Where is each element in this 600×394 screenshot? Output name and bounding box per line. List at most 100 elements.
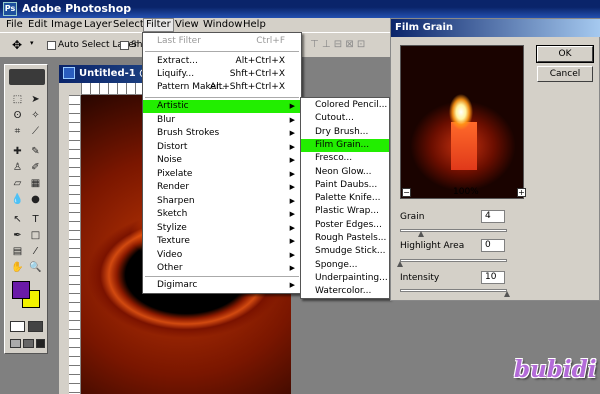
submenu-item-underpainting[interactable]: Underpainting... [301, 272, 389, 285]
auto-select-checkbox[interactable] [47, 41, 56, 50]
menu-layer[interactable]: Layer [82, 19, 114, 30]
move-tool-icon[interactable]: ➤ [28, 93, 43, 106]
zoom-tool-icon[interactable]: 🔍 [28, 261, 43, 274]
intensity-slider-track[interactable] [400, 289, 507, 292]
marquee-tool-icon[interactable]: ⬚ [10, 93, 25, 106]
eyedropper-icon[interactable]: ⁄ [28, 245, 43, 258]
history-brush-icon[interactable]: ✐ [28, 161, 43, 174]
menu-item-pattern-maker[interactable]: Pattern Maker... Alt+Shft+Ctrl+X [143, 81, 301, 94]
dialog-title-bar[interactable]: Film Grain [391, 19, 600, 37]
blur-tool-icon[interactable]: 💧 [10, 193, 25, 206]
menu-item-sharpen[interactable]: Sharpen ▶ [143, 195, 301, 208]
healing-brush-icon[interactable]: ✚ [10, 145, 25, 158]
submenu-item-sponge[interactable]: Sponge... [301, 259, 389, 272]
menu-item-video[interactable]: Video ▶ [143, 249, 301, 262]
screen-mode-icon[interactable] [10, 339, 21, 348]
menu-item-distort[interactable]: Distort ▶ [143, 141, 301, 154]
ok-button[interactable]: OK [536, 45, 594, 63]
menu-item-stylize[interactable]: Stylize ▶ [143, 222, 301, 235]
menu-item-digimarc[interactable]: Digimarc ▶ [143, 279, 301, 292]
submenu-item-plastic-wrap[interactable]: Plastic Wrap... [301, 205, 389, 218]
grain-value-input[interactable]: 4 [481, 210, 505, 223]
menu-item-label: Extract... [157, 56, 198, 66]
highlight-area-slider-track[interactable] [400, 259, 507, 262]
intensity-value-input[interactable]: 10 [481, 271, 505, 284]
vertical-ruler[interactable] [69, 95, 81, 394]
submenu-arrow-icon: ▶ [289, 237, 295, 245]
screen-mode-black-icon[interactable] [36, 339, 45, 348]
hand-tool-icon[interactable]: ✋ [10, 261, 25, 274]
menu-item-noise[interactable]: Noise ▶ [143, 154, 301, 167]
filter-preview[interactable] [400, 45, 524, 199]
menu-file[interactable]: File [4, 19, 25, 30]
lasso-tool-icon[interactable]: ʘ [10, 109, 25, 122]
menu-item-label: Pixelate [157, 168, 193, 179]
path-select-icon[interactable]: ↖ [10, 213, 25, 226]
menu-item-artistic[interactable]: Artistic ▶ [143, 100, 301, 113]
slice-tool-icon[interactable]: ⟋ [28, 125, 43, 138]
crop-tool-icon[interactable]: ⌗ [10, 125, 25, 138]
menu-window[interactable]: Window [201, 19, 244, 30]
submenu-item-poster-edges[interactable]: Poster Edges... [301, 219, 389, 232]
shape-tool-icon[interactable]: □ [28, 229, 43, 242]
submenu-item-film-grain[interactable]: Film Grain... [301, 138, 389, 153]
menu-item-render[interactable]: Render ▶ [143, 181, 301, 194]
brush-tool-icon[interactable]: ✎ [28, 145, 43, 158]
menu-select[interactable]: Select [111, 19, 146, 30]
menu-item-label: Sketch [157, 209, 188, 219]
dialog-title: Film Grain [395, 22, 454, 33]
menu-view[interactable]: View [173, 19, 201, 30]
menu-item-pixelate[interactable]: Pixelate ▶ [143, 168, 301, 181]
gradient-tool-icon[interactable]: ▦ [28, 177, 43, 190]
submenu-item-cutout[interactable]: Cutout... [301, 112, 389, 125]
highlight-area-slider-thumb[interactable] [397, 261, 403, 268]
menu-item-brush-strokes[interactable]: Brush Strokes ▶ [143, 127, 301, 140]
menu-item-liquify[interactable]: Liquify... Shft+Ctrl+X [143, 68, 301, 81]
grain-slider-thumb[interactable] [418, 231, 425, 238]
grain-slider-track[interactable] [400, 229, 507, 232]
menu-item-shortcut: Ctrl+F [256, 36, 285, 46]
menu-help[interactable]: Help [241, 19, 268, 30]
stamp-tool-icon[interactable]: ♙ [10, 161, 25, 174]
submenu-item-colored-pencil[interactable]: Colored Pencil... [301, 99, 389, 112]
standard-mode-icon[interactable] [10, 321, 25, 332]
submenu-arrow-icon: ▶ [289, 183, 295, 191]
screen-mode-full-icon[interactable] [23, 339, 34, 348]
type-tool-icon[interactable]: T [28, 213, 43, 226]
dodge-tool-icon[interactable]: ● [28, 193, 43, 206]
menu-item-label: Distort [157, 141, 188, 152]
chevron-down-icon[interactable]: ▾ [30, 39, 34, 47]
menu-filter[interactable]: Filter [143, 18, 174, 32]
zoom-out-icon[interactable]: − [402, 188, 411, 197]
menu-edit[interactable]: Edit [26, 19, 49, 30]
submenu-item-fresco[interactable]: Fresco... [301, 152, 389, 165]
intensity-slider-thumb[interactable] [504, 291, 510, 298]
highlight-area-value-input[interactable]: 0 [481, 239, 505, 252]
submenu-item-neon-glow[interactable]: Neon Glow... [301, 166, 389, 179]
zoom-in-icon[interactable]: + [517, 188, 526, 197]
quick-mask-icon[interactable] [28, 321, 43, 332]
eraser-tool-icon[interactable]: ▱ [10, 177, 25, 190]
menu-item-blur[interactable]: Blur ▶ [143, 114, 301, 127]
submenu-item-rough-pastels[interactable]: Rough Pastels... [301, 232, 389, 245]
show-checkbox[interactable] [120, 41, 129, 50]
zoom-level: 100% [453, 187, 479, 197]
submenu-item-palette-knife[interactable]: Palette Knife... [301, 192, 389, 205]
notes-tool-icon[interactable]: ▤ [10, 245, 25, 258]
submenu-item-smudge-stick[interactable]: Smudge Stick... [301, 245, 389, 258]
pen-tool-icon[interactable]: ✒ [10, 229, 25, 242]
menu-item-other[interactable]: Other ▶ [143, 262, 301, 275]
magic-wand-icon[interactable]: ✧ [28, 109, 43, 122]
submenu-item-watercolor[interactable]: Watercolor... [301, 285, 389, 298]
submenu-item-paint-daubs[interactable]: Paint Daubs... [301, 179, 389, 192]
menu-item-label: Liquify... [157, 69, 195, 79]
align-icons[interactable]: ⊤ ⊥ ⊟ ⊠ ⊡ [310, 39, 365, 50]
cancel-button[interactable]: Cancel [537, 66, 593, 82]
menu-item-sketch[interactable]: Sketch ▶ [143, 208, 301, 221]
move-tool-icon[interactable]: ✥ [12, 38, 22, 52]
menu-item-extract[interactable]: Extract... Alt+Ctrl+X [143, 55, 301, 68]
submenu-item-dry-brush[interactable]: Dry Brush... [301, 126, 389, 139]
menu-item-texture[interactable]: Texture ▶ [143, 235, 301, 248]
foreground-color-swatch[interactable] [12, 281, 30, 299]
menu-image[interactable]: Image [49, 19, 84, 30]
